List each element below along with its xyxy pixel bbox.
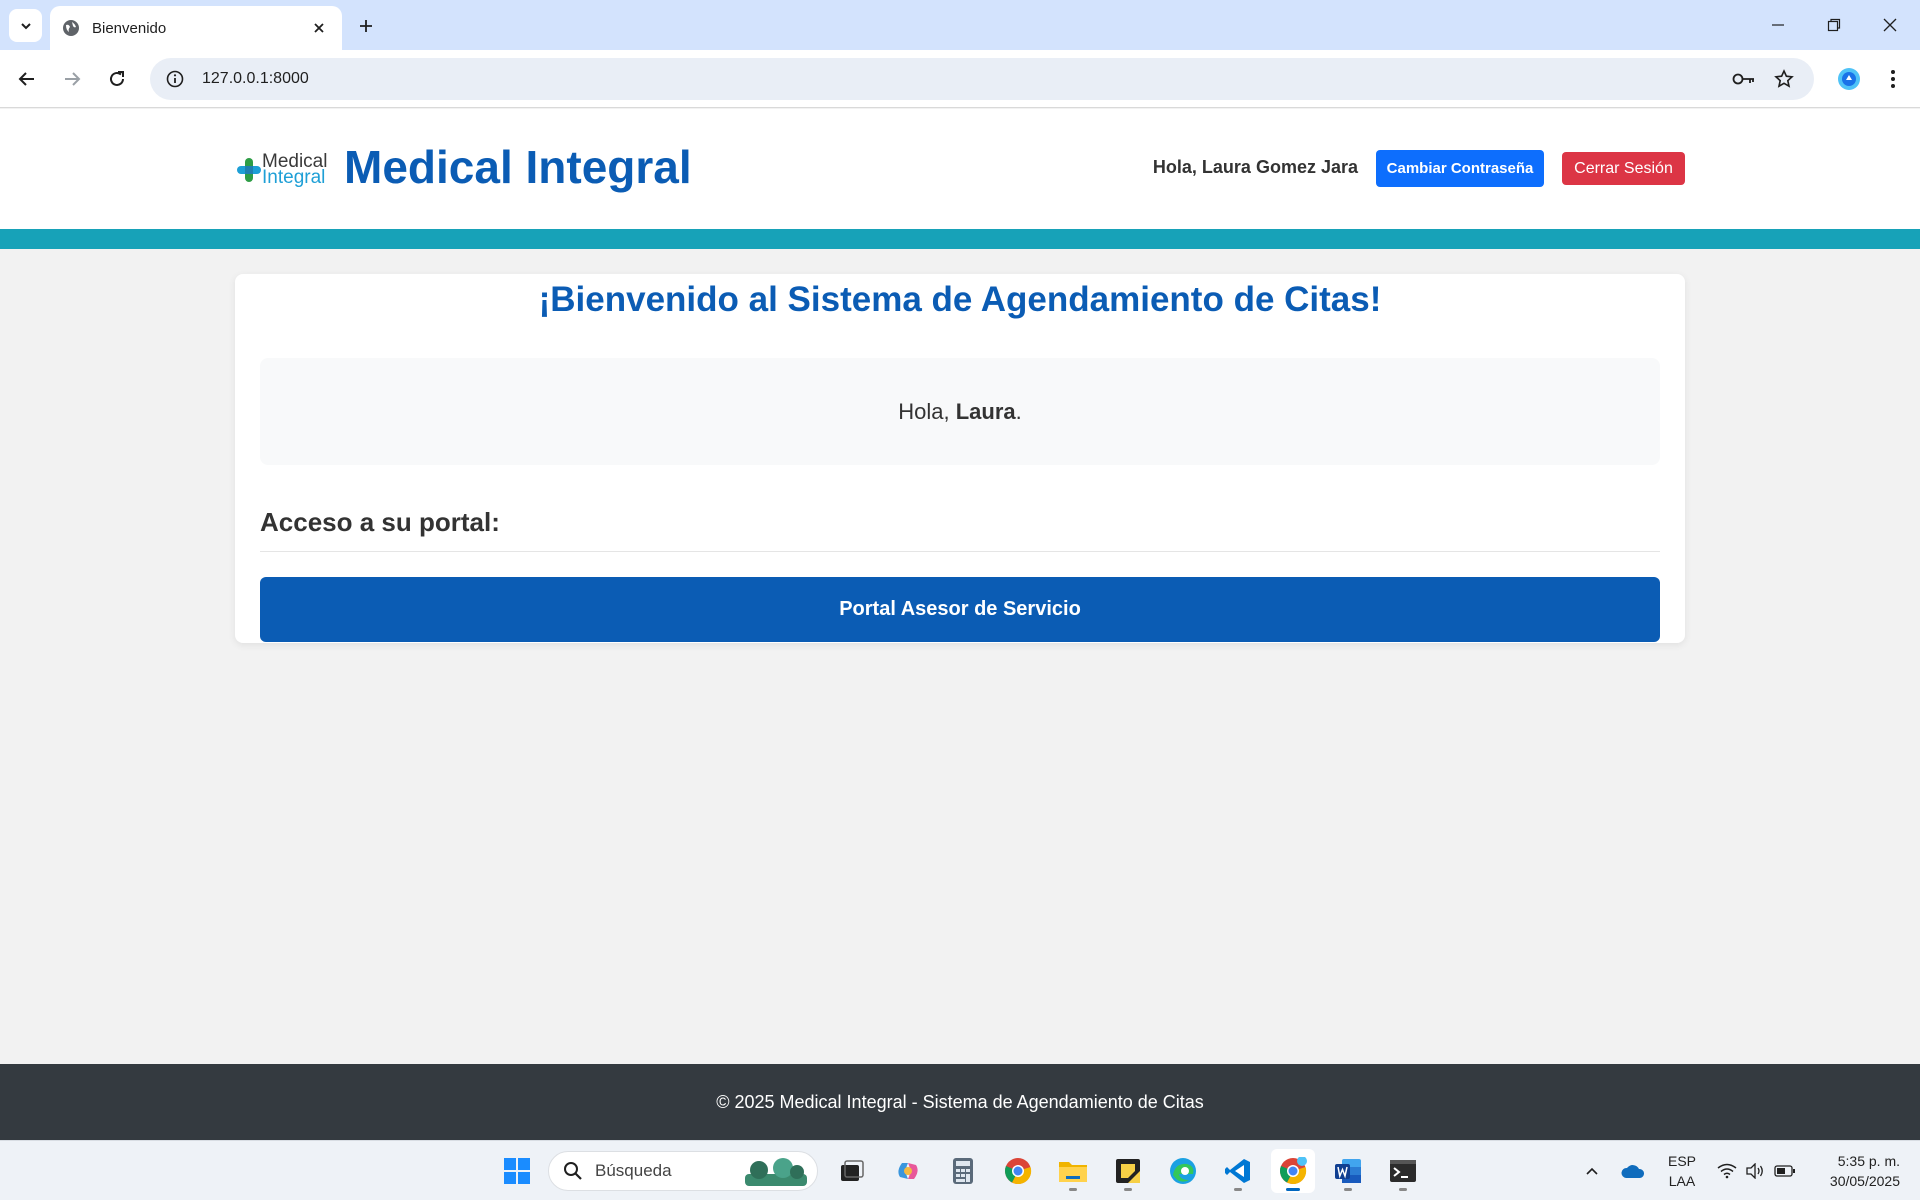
task-view-icon[interactable] — [830, 1149, 874, 1193]
search-icon — [564, 1162, 582, 1180]
running-indicator — [1399, 1188, 1407, 1191]
close-window-button[interactable] — [1862, 0, 1918, 50]
back-button[interactable] — [10, 62, 44, 96]
lang-layout: LAA — [1668, 1173, 1696, 1189]
restore-icon — [1827, 18, 1841, 32]
word-icon[interactable] — [1326, 1149, 1370, 1193]
lang-code: ESP — [1667, 1153, 1696, 1169]
chevron-down-icon — [20, 22, 31, 29]
file-explorer-icon[interactable] — [1051, 1149, 1095, 1193]
start-button[interactable] — [495, 1149, 539, 1193]
change-password-button[interactable]: Cambiar Contraseña — [1376, 150, 1544, 187]
url-text[interactable]: 127.0.0.1:8000 — [202, 70, 1724, 88]
running-indicator — [1069, 1188, 1077, 1191]
restore-button[interactable] — [1806, 0, 1862, 50]
running-indicator — [1124, 1188, 1132, 1191]
chrome-icon[interactable] — [996, 1149, 1040, 1193]
close-icon — [1883, 18, 1897, 32]
clock-time: 5:35 p. m. — [1837, 1153, 1900, 1169]
hello-box: Hola, Laura . — [260, 358, 1660, 465]
medical-cross-logo-icon — [237, 158, 261, 182]
arrow-left-icon — [18, 72, 34, 86]
windows-logo-icon — [504, 1158, 530, 1184]
plus-icon — [360, 20, 372, 32]
wifi-icon[interactable] — [1714, 1149, 1740, 1193]
browser-menu-button[interactable] — [1876, 62, 1910, 96]
taskbar-search[interactable]: Búsqueda — [548, 1151, 818, 1191]
onedrive-icon[interactable] — [1618, 1149, 1648, 1193]
close-tab-icon[interactable] — [308, 17, 330, 39]
page-title: ¡Bienvenido al Sistema de Agendamiento d… — [538, 280, 1382, 319]
forward-button[interactable] — [55, 62, 89, 96]
new-tab-button[interactable] — [352, 12, 380, 40]
portal-section-title: Acceso a su portal: — [260, 507, 500, 537]
edge-icon[interactable] — [1161, 1149, 1205, 1193]
search-highlight-image-icon — [745, 1158, 807, 1186]
address-bar[interactable]: 127.0.0.1:8000 — [150, 58, 1814, 100]
arrow-right-icon — [65, 72, 81, 86]
logo-text-integral: Integral — [262, 167, 326, 188]
hello-name: Laura — [955, 398, 1016, 424]
taskbar-clock[interactable]: 5:35 p. m. 30/05/2025 — [1800, 1151, 1900, 1191]
reload-button[interactable] — [100, 62, 134, 96]
bookmark-star-icon[interactable] — [1764, 58, 1804, 100]
section-divider — [260, 551, 1660, 552]
vscode-icon[interactable] — [1216, 1149, 1260, 1193]
header-accent-bar — [0, 229, 1920, 249]
sticky-notes-icon[interactable] — [1106, 1149, 1150, 1193]
brand-title: Medical Integral — [344, 141, 692, 193]
more-vertical-icon — [1891, 70, 1895, 88]
search-placeholder: Búsqueda — [595, 1161, 672, 1180]
tab-title: Bienvenido — [92, 19, 167, 37]
chevron-up-icon — [1586, 1167, 1598, 1175]
footer-text: © 2025 Medical Integral - Sistema de Age… — [716, 1091, 1204, 1112]
user-greeting: Hola, Laura Gomez Jara — [1152, 157, 1358, 177]
site-footer: © 2025 Medical Integral - Sistema de Age… — [0, 1064, 1920, 1140]
portal-asesor-button[interactable]: Portal Asesor de Servicio — [260, 577, 1660, 642]
browser-tab[interactable]: Bienvenido — [50, 6, 342, 50]
battery-icon[interactable] — [1772, 1149, 1798, 1193]
reload-icon — [110, 71, 124, 86]
show-hidden-icons-button[interactable] — [1580, 1149, 1604, 1193]
minimize-button[interactable] — [1750, 0, 1806, 50]
input-language[interactable]: ESP LAA — [1662, 1151, 1702, 1191]
active-indicator — [1286, 1188, 1300, 1191]
running-indicator — [1234, 1188, 1242, 1191]
hello-prefix: Hola, — [898, 398, 956, 424]
terminal-icon[interactable] — [1381, 1149, 1425, 1193]
profile-avatar-icon — [1838, 68, 1860, 90]
browser-toolbar: 127.0.0.1:8000 — [0, 50, 1920, 108]
taskbar: Búsqueda ESP LAA 5:35 p. m. 30/05/2025 — [0, 1140, 1920, 1200]
volume-icon[interactable] — [1742, 1149, 1768, 1193]
chrome-active-icon[interactable] — [1271, 1149, 1315, 1193]
tab-search-button[interactable] — [9, 9, 42, 42]
minimize-icon — [1772, 24, 1784, 26]
browser-tabstrip: Bienvenido — [0, 0, 1920, 50]
globe-icon — [63, 20, 79, 36]
profile-button[interactable] — [1832, 62, 1866, 96]
hello-suffix: . — [1015, 398, 1022, 424]
calculator-icon[interactable] — [941, 1149, 985, 1193]
password-key-icon[interactable] — [1724, 58, 1764, 100]
clock-date: 30/05/2025 — [1829, 1173, 1900, 1189]
logout-button[interactable]: Cerrar Sesión — [1562, 152, 1685, 185]
site-info-icon[interactable] — [154, 58, 196, 100]
copilot-icon[interactable] — [886, 1149, 930, 1193]
running-indicator — [1344, 1188, 1352, 1191]
